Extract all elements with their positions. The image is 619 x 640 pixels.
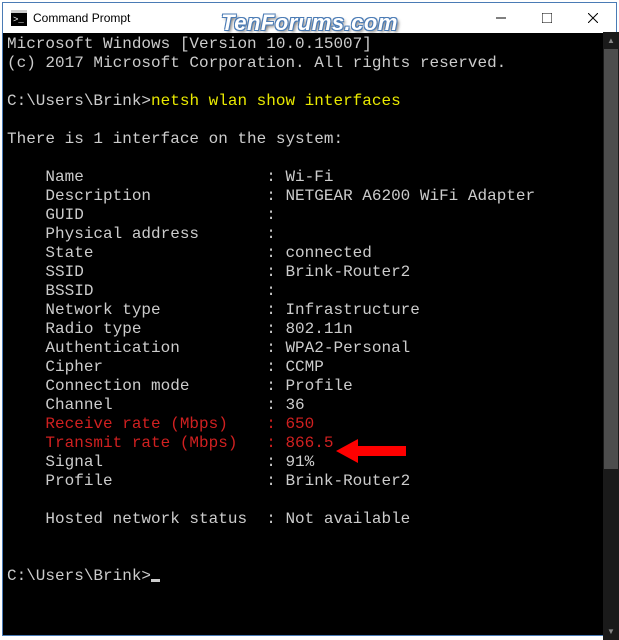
titlebar[interactable]: >_ Command Prompt [3,3,616,33]
window-title: Command Prompt [33,11,478,25]
field-row: GUID : [7,206,612,225]
field-value: NETGEAR A6200 WiFi Adapter [285,187,535,205]
minimize-button[interactable] [478,3,524,33]
field-value: Infrastructure [285,301,419,319]
terminal-area[interactable]: Microsoft Windows [Version 10.0.15007] (… [3,33,616,635]
field-row: State : connected [7,244,612,263]
scroll-thumb[interactable] [604,49,618,469]
field-value: Brink-Router2 [285,263,410,281]
scrollbar[interactable]: ▲ ▼ [603,32,619,640]
field-row: Signal : 91% [7,453,612,472]
field-row: SSID : Brink-Router2 [7,263,612,282]
window-buttons [478,3,616,33]
hosted-row: Hosted network status : Not available [7,510,612,529]
field-value: 36 [285,396,304,414]
command-text: netsh wlan show interfaces [151,92,401,110]
field-row: Name : Wi-Fi [7,168,612,187]
field-label: BSSID [45,282,256,300]
field-row-highlighted: Receive rate (Mbps) : 650 [7,415,612,434]
field-label: SSID [45,263,256,281]
blank-line [7,73,612,92]
field-label: Cipher [45,358,256,376]
field-row: Description : NETGEAR A6200 WiFi Adapter [7,187,612,206]
field-value: Brink-Router2 [285,472,410,490]
version-line: Microsoft Windows [Version 10.0.15007] [7,35,612,54]
field-label: Profile [45,472,256,490]
field-row: Network type : Infrastructure [7,301,612,320]
field-label: Radio type [45,320,256,338]
field-value: 91% [285,453,314,471]
field-value: 866.5 [285,434,333,452]
field-label: Signal [45,453,256,471]
field-label: Channel [45,396,256,414]
prompt-line: C:\Users\Brink>netsh wlan show interface… [7,92,612,111]
field-label: Authentication [45,339,256,357]
field-row: Connection mode : Profile [7,377,612,396]
blank-line [7,529,612,548]
field-row: Authentication : WPA2-Personal [7,339,612,358]
field-label: Connection mode [45,377,256,395]
hosted-label: Hosted network status [45,510,256,528]
field-row-highlighted: Transmit rate (Mbps) : 866.5 [7,434,612,453]
scroll-up-icon[interactable]: ▲ [603,32,619,49]
command-prompt-window: >_ Command Prompt Microsoft Windows [Ver… [2,2,617,636]
field-label: GUID [45,206,256,224]
prompt-line: C:\Users\Brink> [7,567,612,586]
field-label: Physical address [45,225,256,243]
prompt-path: C:\Users\Brink> [7,92,151,110]
prompt-path: C:\Users\Brink> [7,567,151,585]
field-value: 650 [285,415,314,433]
field-value: CCMP [285,358,323,376]
field-value: Profile [285,377,352,395]
cursor [151,579,160,582]
field-label: Name [45,168,256,186]
field-value: Wi-Fi [285,168,333,186]
hosted-value: Not available [285,510,410,528]
svg-text:>_: >_ [13,15,24,25]
field-row: Physical address : [7,225,612,244]
blank-line [7,548,612,567]
field-label: Transmit rate (Mbps) [45,434,256,452]
command-prompt-icon: >_ [11,10,27,26]
field-label: Receive rate (Mbps) [45,415,256,433]
close-button[interactable] [570,3,616,33]
field-label: Description [45,187,256,205]
field-row: BSSID : [7,282,612,301]
interface-header: There is 1 interface on the system: [7,130,612,149]
copyright-line: (c) 2017 Microsoft Corporation. All righ… [7,54,612,73]
field-label: Network type [45,301,256,319]
field-row: Cipher : CCMP [7,358,612,377]
field-row: Radio type : 802.11n [7,320,612,339]
field-value: connected [285,244,371,262]
field-label: State [45,244,256,262]
maximize-button[interactable] [524,3,570,33]
scroll-down-icon[interactable]: ▼ [603,623,619,640]
field-value: 802.11n [285,320,352,338]
blank-line [7,491,612,510]
blank-line [7,111,612,130]
field-value: WPA2-Personal [285,339,410,357]
blank-line [7,149,612,168]
field-row: Profile : Brink-Router2 [7,472,612,491]
field-row: Channel : 36 [7,396,612,415]
